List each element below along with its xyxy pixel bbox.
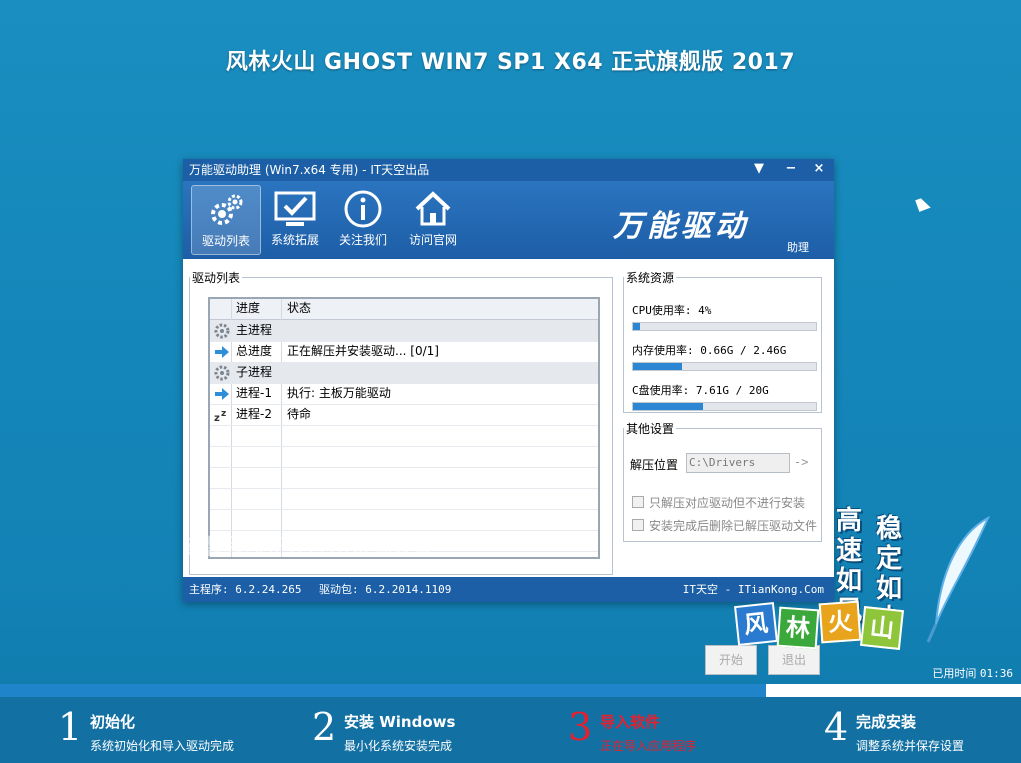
browse-arrow-button[interactable]: -> bbox=[794, 455, 808, 469]
toolbar: 驱动列表 系统拓展 关注我们 访问官网 万能驱动 助理 bbox=[183, 181, 834, 259]
table-header: 进度 状态 bbox=[210, 299, 598, 320]
dropdown-icon[interactable]: ▼ bbox=[749, 159, 769, 181]
table-row[interactable]: 总进度 正在解压并安装驱动... [0/1] bbox=[210, 341, 598, 363]
toolbar-label: 系统拓展 bbox=[270, 233, 319, 247]
step-name: 导入软件 bbox=[600, 713, 661, 731]
feather-icon bbox=[926, 515, 991, 643]
extract-location-field[interactable]: C:\Drivers bbox=[686, 453, 790, 473]
step-number: 1 bbox=[58, 705, 83, 749]
logo-tile: 山 bbox=[860, 606, 904, 650]
table-row-empty bbox=[210, 509, 598, 531]
logo-tile: 风 bbox=[734, 602, 778, 646]
window-title: 万能驱动助理 (Win7.x64 专用) - IT天空出品 bbox=[189, 163, 430, 177]
step-desc: 系统初始化和导入驱动完成 bbox=[90, 739, 235, 753]
toolbar-follow-us-button[interactable]: 关注我们 bbox=[329, 185, 397, 253]
svg-text:z: z bbox=[214, 413, 220, 423]
overall-progress-bar bbox=[0, 684, 1021, 697]
step-number: 4 bbox=[824, 705, 849, 749]
elapsed-time-label: 已用时间 bbox=[932, 667, 977, 680]
memory-usage-bar bbox=[632, 362, 817, 371]
gear-icon bbox=[214, 323, 230, 339]
cpu-usage-label: CPU使用率: 4% bbox=[632, 304, 712, 317]
column-header-status: 状态 bbox=[287, 301, 312, 315]
disk-usage-label: C盘使用率: 7.61G / 20G bbox=[632, 384, 769, 397]
overall-progress-fill bbox=[0, 684, 766, 697]
step-name: 初始化 bbox=[90, 713, 136, 731]
system-resources-legend: 系统资源 bbox=[626, 271, 675, 285]
driver-pack-version: 驱动包: 6.2.2014.1109 bbox=[319, 583, 452, 596]
logo-tile: 林 bbox=[776, 606, 820, 650]
row-progress: 进程-1 bbox=[236, 386, 272, 400]
info-icon bbox=[344, 190, 382, 228]
table-row-empty bbox=[210, 425, 598, 447]
install-steps: 1 初始化 系统初始化和导入驱动完成 2 安装 Windows 最小化系统安装完… bbox=[0, 697, 1021, 763]
step-name: 安装 Windows bbox=[344, 713, 456, 731]
system-resources-group: 系统资源 CPU使用率: 4% 内存使用率: 0.66G / 2.46G C盘使… bbox=[623, 269, 822, 413]
row-progress: 进程-2 bbox=[236, 407, 272, 421]
toolbar-label: 关注我们 bbox=[338, 233, 387, 247]
arrow-right-icon bbox=[215, 346, 229, 358]
fenglin-logo: 高速如风 稳定如山 风 林 火 山 bbox=[690, 500, 1000, 660]
memory-usage-label: 内存使用率: 0.66G / 2.46G bbox=[632, 344, 787, 357]
memory-usage-fill bbox=[633, 363, 683, 370]
minimize-icon[interactable]: − bbox=[781, 159, 801, 181]
row-status: 正在解压并安装驱动... [0/1] bbox=[287, 344, 439, 358]
extract-location-label: 解压位置 bbox=[630, 458, 679, 472]
close-icon[interactable]: × bbox=[809, 159, 829, 181]
step-desc: 正在导入应用程序 bbox=[600, 739, 697, 753]
elapsed-time-value: 01:36 bbox=[979, 667, 1013, 680]
step-name: 完成安装 bbox=[856, 713, 917, 731]
toolbar-system-extend-button[interactable]: 系统拓展 bbox=[261, 185, 329, 253]
table-row-empty bbox=[210, 467, 598, 489]
gears-icon bbox=[211, 194, 243, 225]
install-status-watermark: 安装程序正在应用系统设置 bbox=[182, 535, 434, 559]
sleep-icon: zz bbox=[214, 409, 226, 423]
brand-sub: 助理 bbox=[787, 241, 809, 254]
monitor-check-icon bbox=[274, 191, 316, 226]
table-row[interactable]: 主进程 bbox=[210, 320, 598, 342]
mouse-cursor-icon bbox=[915, 196, 931, 212]
step-desc: 调整系统并保存设置 bbox=[856, 739, 965, 753]
gear-icon bbox=[214, 365, 230, 381]
elapsed-time: 已用时间 01:36 bbox=[932, 665, 1013, 681]
toolbar-driver-list-button[interactable]: 驱动列表 bbox=[191, 185, 261, 255]
brand-logo-text: 万能驱动 bbox=[613, 209, 749, 244]
table-row-empty bbox=[210, 488, 598, 510]
toolbar-visit-site-button[interactable]: 访问官网 bbox=[399, 185, 467, 253]
svg-text:z: z bbox=[221, 409, 226, 419]
cpu-usage-bar bbox=[632, 322, 817, 331]
driver-list-legend: 驱动列表 bbox=[192, 271, 241, 285]
checkbox-box bbox=[632, 519, 644, 531]
row-progress: 子进程 bbox=[236, 365, 273, 379]
step-number: 2 bbox=[312, 705, 337, 749]
logo-tile: 火 bbox=[818, 600, 862, 644]
column-header-progress: 进度 bbox=[236, 301, 261, 315]
home-icon bbox=[415, 191, 451, 226]
table-row[interactable]: 进程-1 执行: 主板万能驱动 bbox=[210, 383, 598, 405]
step-desc: 最小化系统安装完成 bbox=[344, 739, 453, 753]
window-titlebar: 万能驱动助理 (Win7.x64 专用) - IT天空出品 ▼ − × bbox=[183, 159, 834, 181]
table-row-empty bbox=[210, 446, 598, 468]
row-status: 待命 bbox=[287, 407, 312, 421]
disk-usage-fill bbox=[633, 403, 703, 410]
arrow-right-icon bbox=[215, 388, 229, 400]
main-program-version: 主程序: 6.2.24.265 bbox=[189, 583, 302, 596]
toolbar-label: 驱动列表 bbox=[201, 234, 250, 248]
checkbox-box bbox=[632, 496, 644, 508]
table-row[interactable]: zz 进程-2 待命 bbox=[210, 404, 598, 426]
table-row[interactable]: 子进程 bbox=[210, 362, 598, 384]
step-number: 3 bbox=[568, 705, 593, 749]
other-settings-legend: 其他设置 bbox=[626, 422, 675, 436]
toolbar-label: 访问官网 bbox=[408, 233, 457, 247]
row-progress: 总进度 bbox=[236, 344, 273, 358]
page-title: 风林火山 GHOST WIN7 SP1 X64 正式旗舰版 2017 bbox=[225, 50, 796, 75]
cpu-usage-fill bbox=[633, 323, 641, 330]
disk-usage-bar bbox=[632, 402, 817, 411]
row-progress: 主进程 bbox=[236, 323, 273, 337]
driver-table: 进度 状态 主进程 总进度 正在解压并安装驱动... [0/1] 子进程 进程-… bbox=[208, 297, 600, 559]
row-status: 执行: 主板万能驱动 bbox=[287, 386, 391, 400]
